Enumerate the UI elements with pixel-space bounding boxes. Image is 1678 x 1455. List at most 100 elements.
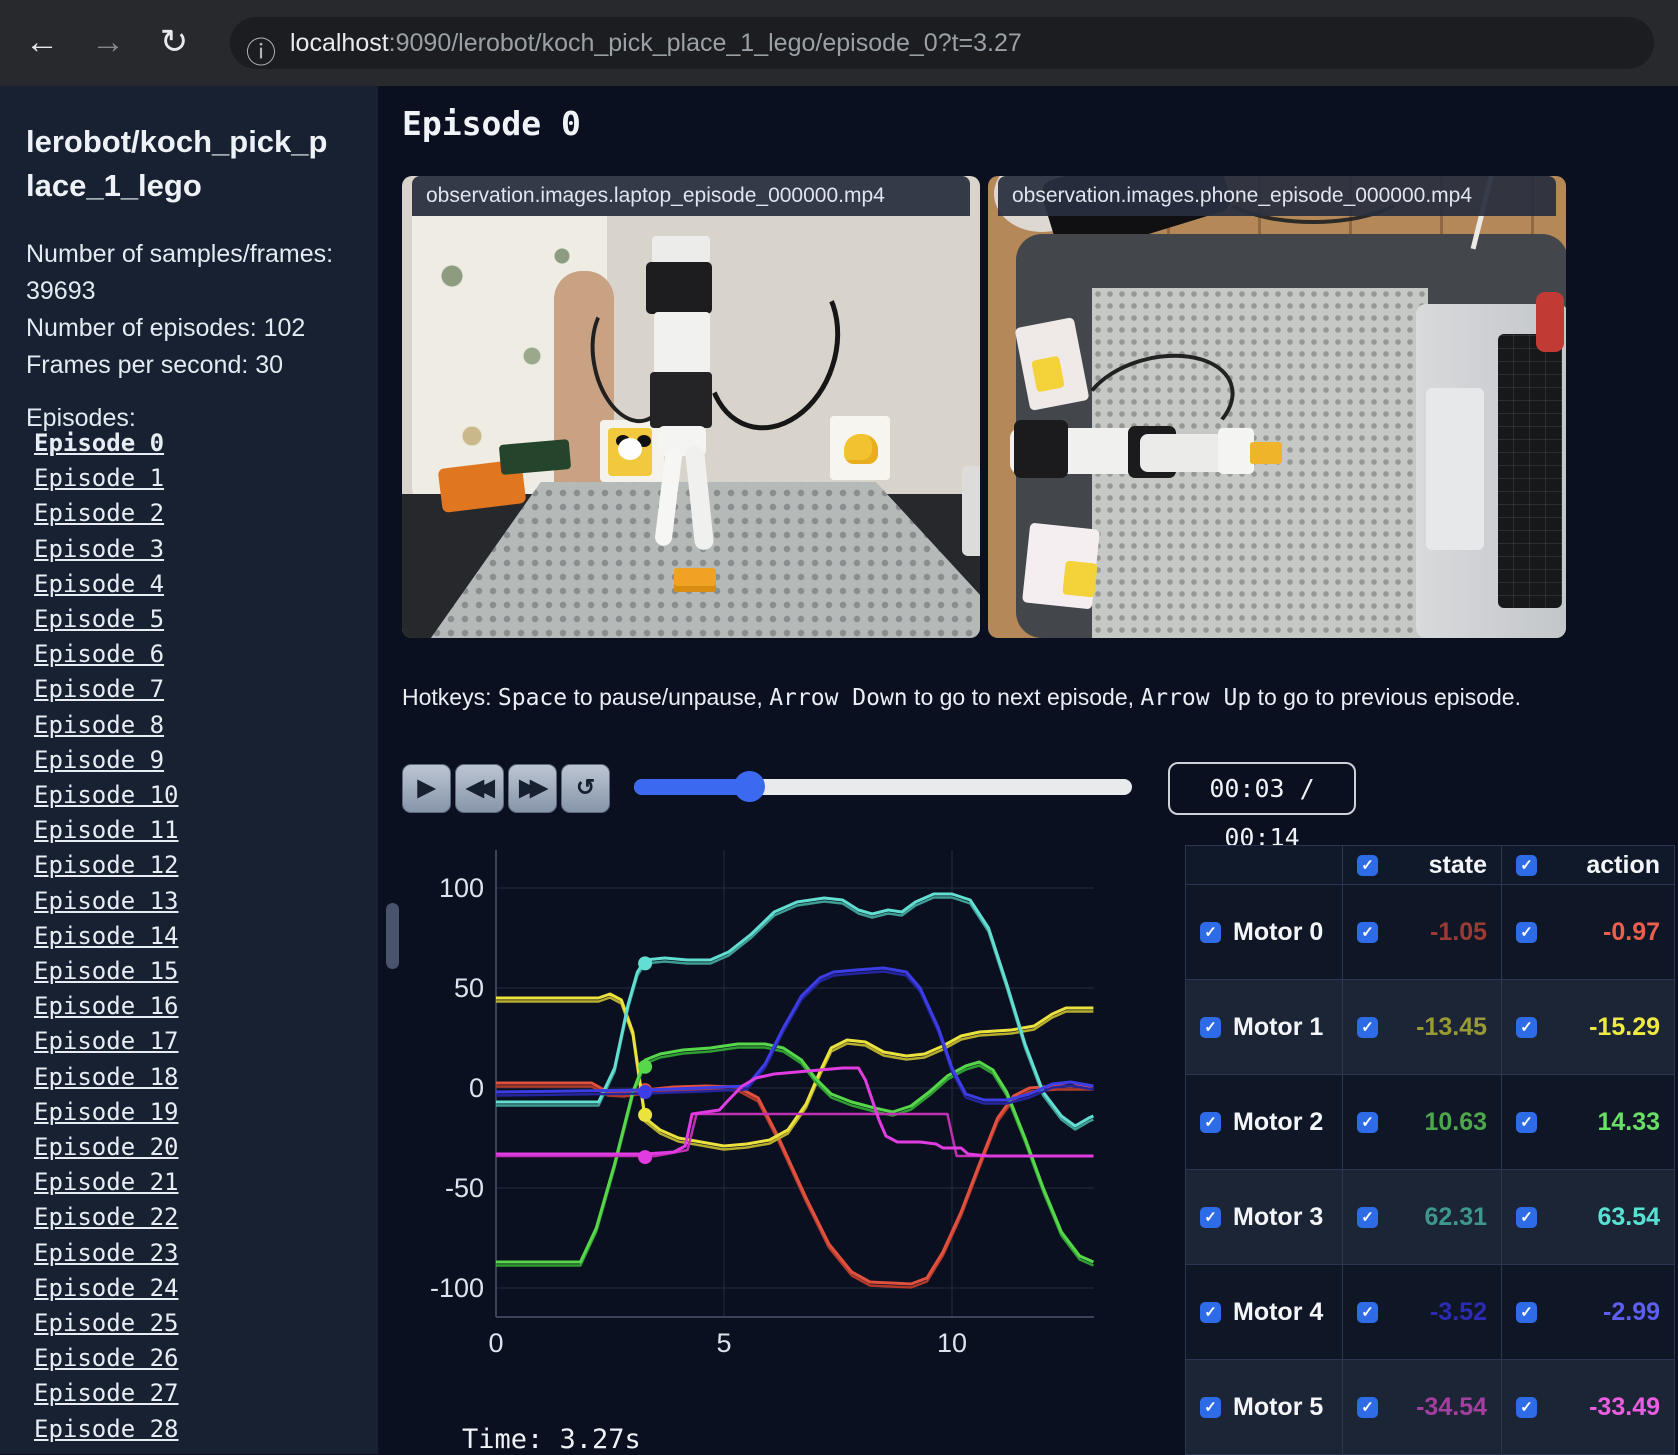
- action-column-checkbox[interactable]: ✓: [1516, 854, 1537, 876]
- sidebar-episode-link[interactable]: Episode 12: [34, 848, 179, 883]
- url-path: :9090/lerobot/koch_pick_place_1_lego/epi…: [388, 29, 1022, 57]
- robot-gripper: [1218, 428, 1254, 474]
- motor-chart[interactable]: 100500-50-1000 5 10: [392, 842, 1102, 1422]
- scrollbar-thumb[interactable]: [386, 903, 399, 969]
- state-cell-checkbox[interactable]: ✓: [1357, 1111, 1378, 1133]
- circuit-board: [498, 439, 572, 475]
- state-cell-checkbox[interactable]: ✓: [1357, 1396, 1378, 1418]
- sidebar-episode-link[interactable]: Episode 8: [34, 708, 179, 743]
- sidebar-episode-link[interactable]: Episode 3: [34, 532, 179, 567]
- key-arrow-down: Arrow Down: [769, 685, 908, 711]
- action-cell-checkbox[interactable]: ✓: [1516, 1016, 1537, 1038]
- sidebar-episode-link[interactable]: Episode 0: [34, 426, 179, 461]
- sidebar-episode-link[interactable]: Episode 18: [34, 1060, 179, 1095]
- motor-row-checkbox[interactable]: ✓: [1200, 1301, 1221, 1323]
- sidebar-episode-link[interactable]: Episode 26: [34, 1341, 179, 1376]
- site-info-icon[interactable]: ⓘ: [246, 28, 276, 72]
- table-row: ✓ Motor 2 ✓ 10.63 ✓ 14.33: [1185, 1074, 1675, 1170]
- sidebar-episode-link[interactable]: Episode 27: [34, 1376, 179, 1411]
- action-value: -33.49: [1589, 1392, 1660, 1421]
- play-button[interactable]: ▶: [402, 764, 451, 813]
- motor-row-checkbox[interactable]: ✓: [1200, 1396, 1221, 1418]
- key-arrow-up: Arrow Up: [1140, 685, 1252, 711]
- action-cell-checkbox[interactable]: ✓: [1516, 1301, 1537, 1323]
- robot-top-bracket: [652, 236, 710, 264]
- seek-slider-thumb[interactable]: [733, 771, 765, 802]
- motor-row-checkbox[interactable]: ✓: [1200, 1111, 1221, 1133]
- action-value: -0.97: [1603, 917, 1660, 946]
- motor-row-checkbox[interactable]: ✓: [1200, 921, 1221, 943]
- y-tick-label: 50: [454, 973, 484, 1003]
- state-header: state: [1428, 850, 1487, 879]
- state-value: 62.31: [1424, 1202, 1487, 1231]
- table-row: ✓ Motor 0 ✓ -1.05 ✓ -0.97: [1185, 884, 1675, 980]
- sidebar-episode-link[interactable]: Episode 21: [34, 1165, 179, 1200]
- motor-row-checkbox[interactable]: ✓: [1200, 1206, 1221, 1228]
- page-title: Episode 0: [402, 104, 581, 143]
- video-player-phone[interactable]: observation.images.phone_episode_000000.…: [988, 176, 1566, 638]
- time-display: 00:03 / 00:14: [1168, 762, 1356, 852]
- dataset-title: lerobot/koch_pick_place_1_lego: [26, 124, 328, 203]
- sidebar-episode-link[interactable]: Episode 22: [34, 1200, 179, 1235]
- sidebar-episode-link[interactable]: Episode 10: [34, 778, 179, 813]
- y-tick-label: -100: [430, 1273, 484, 1303]
- address-bar[interactable]: ⓘ localhost:9090/lerobot/koch_pick_place…: [230, 17, 1654, 72]
- rewind-button[interactable]: ◀◀: [455, 764, 504, 813]
- table-row: ✓ Motor 4 ✓ -3.52 ✓ -2.99: [1185, 1264, 1675, 1360]
- sidebar-episode-link[interactable]: Episode 20: [34, 1130, 179, 1165]
- back-icon[interactable]: ←: [20, 18, 64, 66]
- state-cell-checkbox[interactable]: ✓: [1357, 1206, 1378, 1228]
- sidebar-episode-link[interactable]: Episode 24: [34, 1271, 179, 1306]
- panda-face: [618, 438, 642, 460]
- state-cell-checkbox[interactable]: ✓: [1357, 1016, 1378, 1038]
- sidebar-episode-link[interactable]: Episode 11: [34, 813, 179, 848]
- sidebar-episode-link[interactable]: Episode 1: [34, 461, 179, 496]
- seek-slider[interactable]: [634, 771, 1132, 802]
- action-header: action: [1586, 850, 1660, 879]
- sidebar-episode-link[interactable]: Episode 13: [34, 884, 179, 919]
- state-cell-checkbox[interactable]: ✓: [1357, 921, 1378, 943]
- sidebar-episode-link[interactable]: Episode 6: [34, 637, 179, 672]
- sidebar-episode-link[interactable]: Episode 23: [34, 1236, 179, 1271]
- video-player-laptop[interactable]: observation.images.laptop_episode_000000…: [402, 176, 980, 638]
- header-empty: [1185, 845, 1343, 885]
- state-value: -3.52: [1430, 1297, 1487, 1326]
- sidebar-episode-link[interactable]: Episode 14: [34, 919, 179, 954]
- hugging-face-emoji: [844, 434, 878, 464]
- chart-line-state: [496, 1085, 1094, 1289]
- sidebar-episode-link[interactable]: Episode 9: [34, 743, 179, 778]
- orange-lego-brick: [674, 568, 716, 592]
- fps-value: Frames per second: 30: [26, 351, 284, 379]
- action-cell-checkbox[interactable]: ✓: [1516, 1396, 1537, 1418]
- state-column-checkbox[interactable]: ✓: [1357, 854, 1378, 876]
- action-cell-checkbox[interactable]: ✓: [1516, 1111, 1537, 1133]
- action-cell-checkbox[interactable]: ✓: [1516, 1206, 1537, 1228]
- sidebar-episode-link[interactable]: Episode 5: [34, 602, 179, 637]
- fast-forward-button[interactable]: ▶▶: [508, 764, 557, 813]
- episodes-count: Number of episodes: 102: [26, 314, 306, 342]
- x-tick-label: 5: [716, 1328, 731, 1358]
- sidebar-episode-link[interactable]: Episode 15: [34, 954, 179, 989]
- sidebar-episode-link[interactable]: Episode 17: [34, 1024, 179, 1059]
- state-value: -13.45: [1416, 1012, 1487, 1041]
- sidebar-episode-link[interactable]: Episode 2: [34, 496, 179, 531]
- time-cursor-marker: [638, 1107, 653, 1122]
- second-robot-edge: [962, 466, 980, 556]
- state-cell-checkbox[interactable]: ✓: [1357, 1301, 1378, 1323]
- action-cell-checkbox[interactable]: ✓: [1516, 921, 1537, 943]
- sidebar-episode-link[interactable]: Episode 19: [34, 1095, 179, 1130]
- sidebar-episode-link[interactable]: Episode 7: [34, 672, 179, 707]
- loop-button[interactable]: ↺: [561, 764, 610, 813]
- url-text[interactable]: localhost:9090/lerobot/koch_pick_place_1…: [290, 17, 1022, 69]
- forward-icon[interactable]: →: [86, 18, 130, 66]
- sidebar-episode-link[interactable]: Episode 25: [34, 1306, 179, 1341]
- sidebar-episode-link[interactable]: Episode 4: [34, 567, 179, 602]
- robot-joint: [1014, 420, 1068, 478]
- sidebar-episode-link[interactable]: Episode 28: [34, 1412, 179, 1447]
- sidebar-episode-link[interactable]: Episode 16: [34, 989, 179, 1024]
- reload-icon[interactable]: ↻: [152, 18, 196, 66]
- video-frame-laptop: [402, 176, 980, 638]
- motor-row-checkbox[interactable]: ✓: [1200, 1016, 1221, 1038]
- robot-motor-block: [650, 372, 712, 428]
- panda-sticker: [1062, 560, 1098, 598]
